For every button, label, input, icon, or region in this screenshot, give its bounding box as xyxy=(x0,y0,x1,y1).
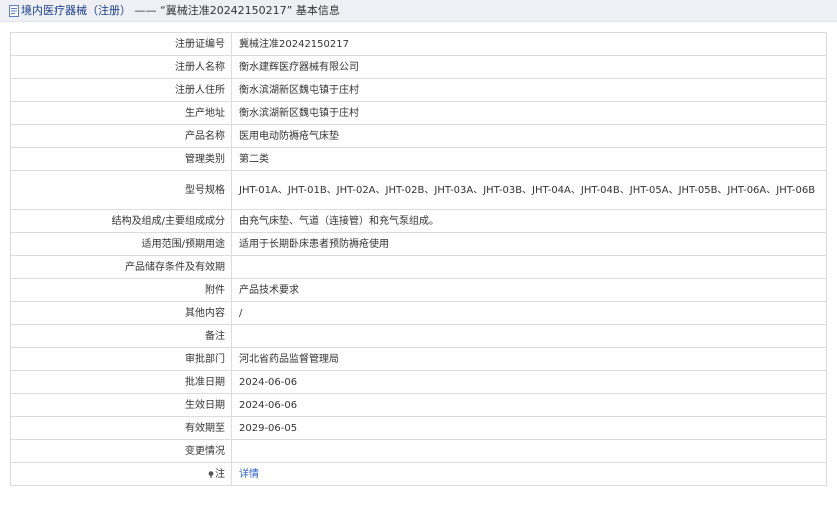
field-label: 变更情况 xyxy=(10,439,232,463)
table-row: 型号规格 JHT-01A、JHT-01B、JHT-02A、JHT-02B、JHT-… xyxy=(10,170,827,210)
field-label: 其他内容 xyxy=(10,301,232,325)
field-value: 2024-06-06 xyxy=(231,370,827,394)
field-value: 适用于长期卧床患者预防褥疮使用 xyxy=(231,232,827,256)
table-row: 产品名称 医用电动防褥疮气床垫 xyxy=(10,124,827,148)
field-value: JHT-01A、JHT-01B、JHT-02A、JHT-02B、JHT-03A、… xyxy=(231,170,827,210)
table-row: 结构及组成/主要组成成分 由充气床垫、气道（连接管）和充气泵组成。 xyxy=(10,209,827,233)
field-label: 注册证编号 xyxy=(10,32,232,56)
field-value: / xyxy=(231,301,827,325)
field-label: 备注 xyxy=(10,324,232,348)
field-value: 冀械注准20242150217 xyxy=(231,32,827,56)
field-value: 医用电动防褥疮气床垫 xyxy=(231,124,827,148)
table-row: 生产地址 衡水滨湖新区魏屯镇于庄村 xyxy=(10,101,827,125)
field-label: 产品名称 xyxy=(10,124,232,148)
table-row: 批准日期 2024-06-06 xyxy=(10,370,827,394)
field-value: 2024-06-06 xyxy=(231,393,827,417)
field-label: 生效日期 xyxy=(10,393,232,417)
field-label: 适用范围/预期用途 xyxy=(10,232,232,256)
field-label: 型号规格 xyxy=(10,170,232,210)
note-label-cell: 注 xyxy=(10,462,232,486)
table-row: 产品储存条件及有效期 xyxy=(10,255,827,279)
field-label: 批准日期 xyxy=(10,370,232,394)
info-table: 注册证编号 冀械注准20242150217 注册人名称 衡水建辉医疗器械有限公司 注册人… xyxy=(10,32,827,486)
table-row: 变更情况 xyxy=(10,439,827,463)
table-row: 生效日期 2024-06-06 xyxy=(10,393,827,417)
page-title-detail: —— “冀械注准20242150217” 基本信息 xyxy=(131,4,340,17)
field-label: 注册人住所 xyxy=(10,78,232,102)
note-icon xyxy=(208,470,214,478)
table-row: 适用范围/预期用途 适用于长期卧床患者预防褥疮使用 xyxy=(10,232,827,256)
field-label: 附件 xyxy=(10,278,232,302)
field-label: 产品储存条件及有效期 xyxy=(10,255,232,279)
note-label: 注 xyxy=(215,468,225,480)
field-value: 由充气床垫、气道（连接管）和充气泵组成。 xyxy=(231,209,827,233)
title-bar: 境内医疗器械（注册） —— “冀械注准20242150217” 基本信息 xyxy=(0,0,837,22)
field-label: 生产地址 xyxy=(10,101,232,125)
field-value: 衡水建辉医疗器械有限公司 xyxy=(231,55,827,79)
field-value: 产品技术要求 xyxy=(231,278,827,302)
note-row: 注 详情 xyxy=(10,462,827,486)
field-value xyxy=(231,439,827,463)
field-value: 2029-06-05 xyxy=(231,416,827,440)
table-row: 审批部门 河北省药品监督管理局 xyxy=(10,347,827,371)
field-value: 河北省药品监督管理局 xyxy=(231,347,827,371)
field-label: 注册人名称 xyxy=(10,55,232,79)
table-row: 备注 xyxy=(10,324,827,348)
page-title: 境内医疗器械（注册） —— “冀械注准20242150217” 基本信息 xyxy=(21,4,340,18)
table-row: 附件 产品技术要求 xyxy=(10,278,827,302)
note-value-cell: 详情 xyxy=(231,462,827,486)
field-label: 管理类别 xyxy=(10,147,232,171)
table-row: 注册人住所 衡水滨湖新区魏屯镇于庄村 xyxy=(10,78,827,102)
field-value: 第二类 xyxy=(231,147,827,171)
table-row: 注册人名称 衡水建辉医疗器械有限公司 xyxy=(10,55,827,79)
field-value xyxy=(231,324,827,348)
details-link[interactable]: 详情 xyxy=(239,469,259,480)
table-row: 有效期至 2029-06-05 xyxy=(10,416,827,440)
field-label: 结构及组成/主要组成成分 xyxy=(10,209,232,233)
document-icon xyxy=(9,5,19,17)
field-value: 衡水滨湖新区魏屯镇于庄村 xyxy=(231,101,827,125)
field-label: 审批部门 xyxy=(10,347,232,371)
table-row: 注册证编号 冀械注准20242150217 xyxy=(10,32,827,56)
table-row: 管理类别 第二类 xyxy=(10,147,827,171)
field-value xyxy=(231,255,827,279)
table-row: 其他内容 / xyxy=(10,301,827,325)
field-label: 有效期至 xyxy=(10,416,232,440)
page-title-category: 境内医疗器械（注册） xyxy=(21,4,131,17)
field-value: 衡水滨湖新区魏屯镇于庄村 xyxy=(231,78,827,102)
